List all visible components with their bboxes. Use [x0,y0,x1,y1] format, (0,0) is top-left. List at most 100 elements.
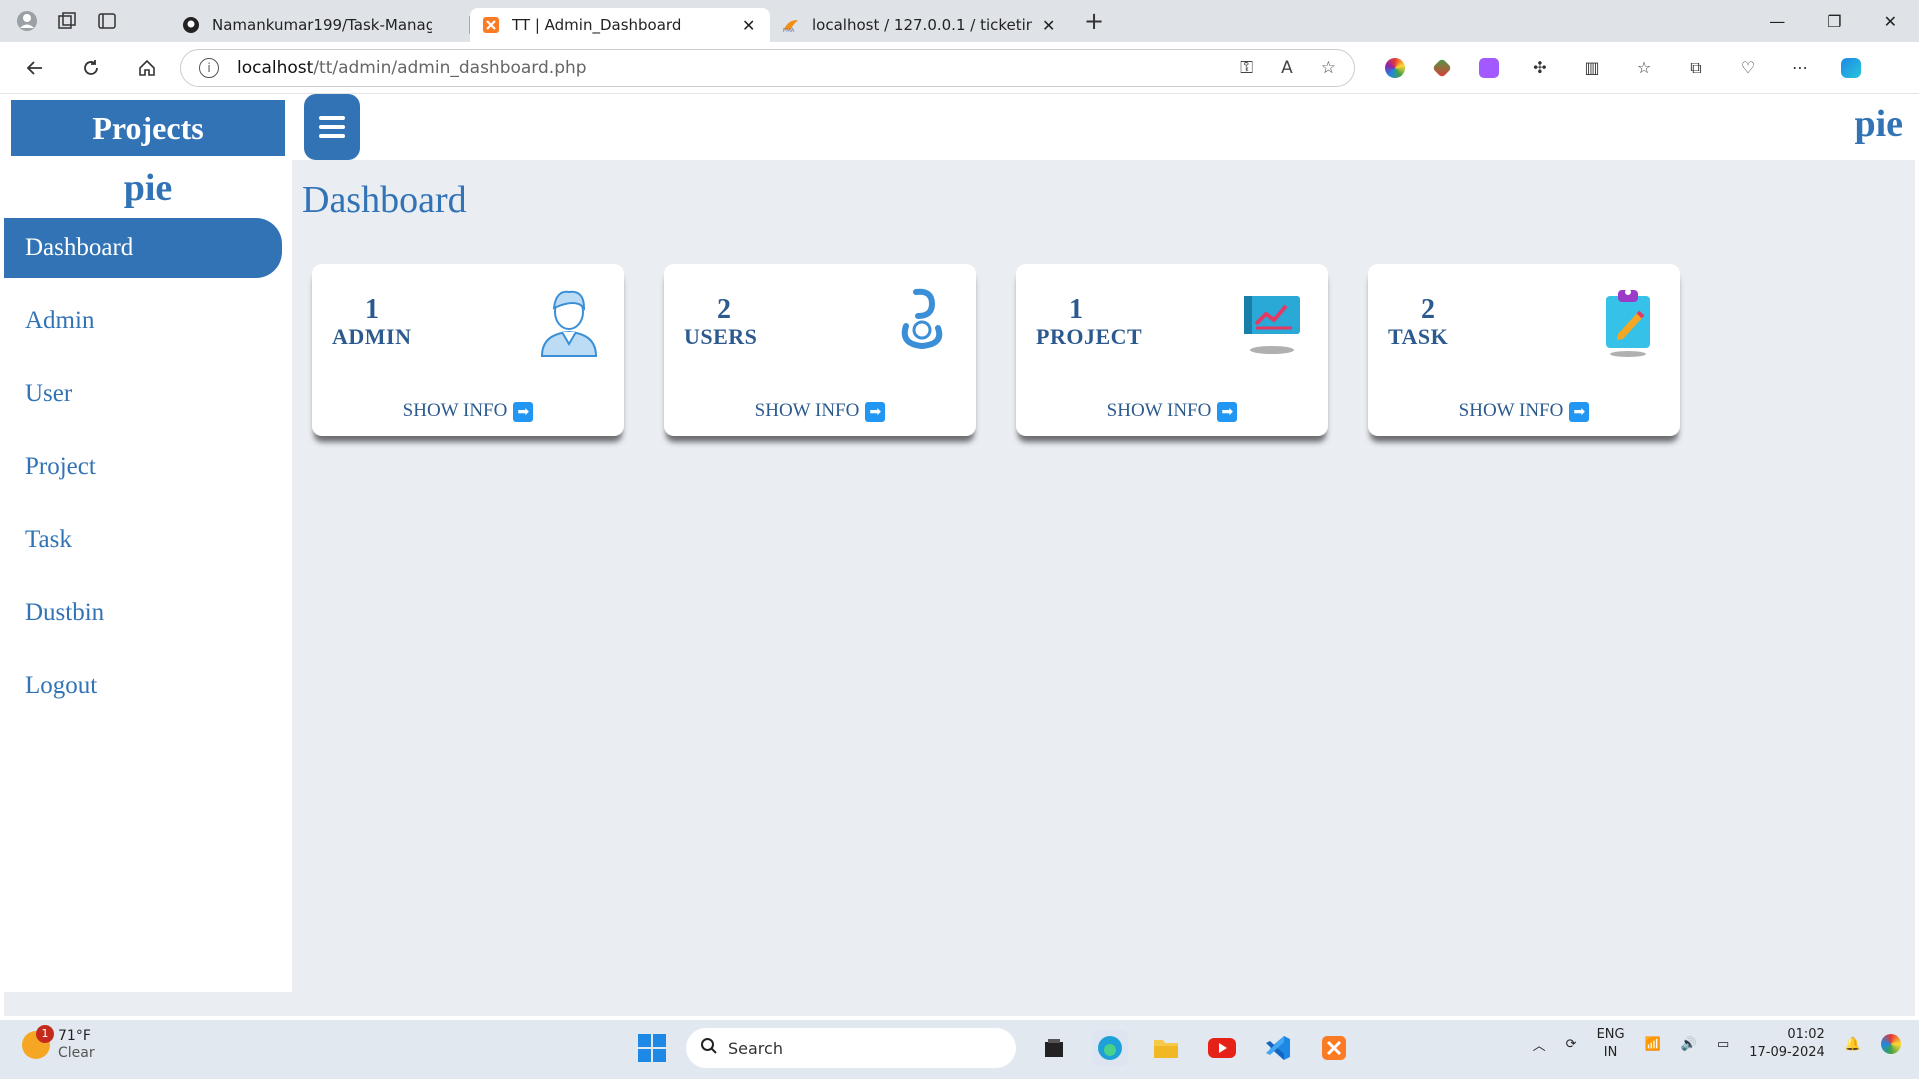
favorite-star-icon[interactable]: ☆ [1321,58,1336,78]
admin-card: 1 ADMIN SHOW INFO ➡ [312,264,624,436]
folder-icon[interactable] [1148,1030,1184,1066]
color-extension-icon[interactable] [1385,57,1405,78]
stats-cards: 1 ADMIN SHOW INFO ➡ 2 USERS SHOW INFO ➡ … [312,264,1680,436]
sidebar-item-dashboard[interactable]: Dashboard [4,218,282,278]
show-info-link[interactable]: SHOW INFO ➡ [312,400,624,422]
topbar-username[interactable]: pie [1854,102,1903,146]
card-count: 1 [365,294,379,325]
card-count: 2 [717,294,731,325]
users-icon [888,284,954,358]
tab-github[interactable]: Namankumar199/Task-Management [170,8,470,42]
sidebar-item-task[interactable]: Task [4,510,292,570]
card-count: 1 [1069,294,1083,325]
admin-user-icon [536,284,602,358]
xampp-icon [482,16,500,34]
minimize-icon[interactable]: — [1769,12,1785,31]
sync-icon[interactable]: ⟳ [1566,1037,1577,1052]
arrow-right-icon: ➡ [865,401,886,422]
arrow-right-icon: ➡ [513,401,534,422]
brand-title: Projects [11,100,285,156]
workspaces-icon[interactable] [56,10,78,32]
browser-tab-strip: Namankumar199/Task-Management TT | Admin… [0,0,1919,42]
file-explorer-dark-icon[interactable] [1036,1030,1072,1066]
project-card: 1 PROJECT SHOW INFO ➡ [1016,264,1328,436]
close-tab-icon[interactable]: ✕ [1042,16,1055,35]
xampp-icon[interactable] [1316,1030,1352,1066]
taskbar-search[interactable]: Search [686,1028,1016,1068]
github-icon [182,16,200,34]
vscode-icon[interactable] [1260,1030,1296,1066]
top-bar: pie [292,94,1915,160]
extension-icon[interactable] [1479,57,1499,78]
battery-icon[interactable]: ▭ [1717,1037,1729,1052]
site-info-icon[interactable]: i [199,57,219,78]
home-icon[interactable] [136,57,158,79]
youtube-icon[interactable] [1204,1030,1240,1066]
extensions-puzzle-icon[interactable]: ✣ [1529,57,1551,79]
tab-title: TT | Admin_Dashboard [512,16,682,34]
profile-icon[interactable] [16,10,38,32]
show-info-link[interactable]: SHOW INFO ➡ [1016,400,1328,422]
users-card: 2 USERS SHOW INFO ➡ [664,264,976,436]
menu-toggle-button[interactable] [304,94,360,160]
weather-temp: 71°F [58,1028,91,1044]
sidebar-username: pie [123,167,173,209]
os-taskbar: 1 71°F Clear Search ︿ ⟳ ENG IN 📶 🔊 ▭ 01:… [0,1020,1919,1079]
restore-icon[interactable]: ❐ [1827,12,1841,31]
sidebar-menu: Dashboard Admin User Project Task Dustbi… [4,218,292,729]
show-info-link[interactable]: SHOW INFO ➡ [664,400,976,422]
address-toolbar: i localhost/tt/admin/admin_dashboard.php… [0,42,1919,94]
show-info-link[interactable]: SHOW INFO ➡ [1368,400,1680,422]
read-aloud-icon[interactable]: A [1281,58,1293,78]
url-text: localhost/tt/admin/admin_dashboard.php [237,57,587,78]
sidebar-item-logout[interactable]: Logout [4,656,292,716]
extension-icon[interactable] [1432,57,1452,78]
arrow-right-icon: ➡ [1217,401,1238,422]
edge-browser-icon[interactable] [1092,1030,1128,1066]
tab-actions-icon[interactable] [96,10,118,32]
sidebar-item-user[interactable]: User [4,364,292,424]
card-label: TASK [1388,324,1449,349]
refresh-icon[interactable] [80,57,102,79]
volume-icon[interactable]: 🔊 [1681,1037,1697,1052]
wifi-icon[interactable]: 📶 [1645,1037,1661,1052]
copilot-icon[interactable] [1841,57,1861,78]
sidebar-item-project[interactable]: Project [4,437,292,497]
card-label: USERS [684,324,758,349]
notification-bell-icon[interactable]: 🔔 [1845,1037,1861,1052]
arrow-right-icon: ➡ [1569,401,1590,422]
chevron-up-icon[interactable]: ︿ [1533,1035,1546,1054]
copilot-taskbar-icon[interactable] [1881,1034,1901,1054]
search-placeholder: Search [728,1038,783,1058]
clock[interactable]: 01:02 17-09-2024 [1749,1026,1825,1062]
tab-phpmyadmin[interactable]: PMA localhost / 127.0.0.1 / ticketing_to… [770,8,1070,42]
key-icon[interactable]: ⚿ [1240,58,1253,78]
new-tab-icon[interactable]: + [1084,7,1104,35]
sidebar: Projects pie Dashboard Admin User Projec… [4,94,292,992]
start-button[interactable] [638,1034,666,1062]
card-count: 2 [1421,294,1435,325]
close-window-icon[interactable]: ✕ [1884,12,1897,31]
split-screen-icon[interactable]: ▥ [1581,57,1603,79]
url-bar[interactable]: i localhost/tt/admin/admin_dashboard.php… [180,48,1355,87]
sidebar-item-admin[interactable]: Admin [4,291,292,351]
tab-title: Namankumar199/Task-Management [212,16,432,34]
sidebar-item-dustbin[interactable]: Dustbin [4,583,292,643]
language-indicator[interactable]: ENG IN [1597,1026,1625,1062]
performance-icon[interactable]: ♡ [1737,57,1759,79]
search-icon [700,1037,718,1059]
task-clipboard-icon [1592,284,1658,358]
weather-widget[interactable]: 1 71°F Clear [22,1025,95,1062]
tab-admin-dashboard[interactable]: TT | Admin_Dashboard ✕ [470,8,770,42]
close-tab-icon[interactable]: ✕ [742,16,755,35]
task-card: 2 TASK SHOW INFO ➡ [1368,264,1680,436]
page-title: Dashboard [302,179,467,221]
phpmyadmin-icon: PMA [782,16,800,34]
more-menu-icon[interactable]: ⋯ [1789,57,1811,79]
collections-icon[interactable]: ⧉ [1685,57,1707,79]
weather-sun-icon: 1 [22,1025,54,1059]
card-label: PROJECT [1036,324,1143,349]
back-icon[interactable] [24,57,46,79]
weather-condition: Clear [58,1045,95,1061]
favorites-icon[interactable]: ☆ [1633,57,1655,79]
